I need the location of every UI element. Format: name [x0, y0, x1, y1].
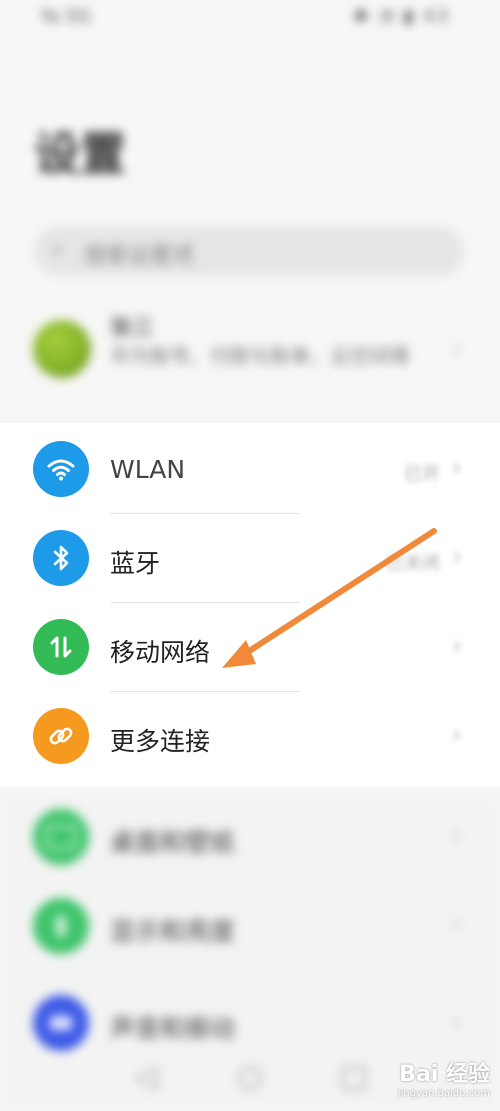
chevron-right-icon: ›: [451, 335, 462, 365]
bluetooth-icon: [33, 530, 89, 586]
search-input[interactable]: ⌕ 搜索设置项: [34, 226, 464, 276]
status-signal: Ya 5G: [40, 6, 91, 27]
settings-item-label: 更多连接: [110, 727, 211, 756]
connectivity-section: WLAN 已开 › 蓝牙 已关闭 › 移动网络 › 更多连接 ›: [0, 423, 500, 787]
image-icon: [33, 809, 89, 865]
chevron-right-icon: ›: [451, 910, 462, 940]
settings-item-label: WLAN: [110, 455, 186, 484]
mobile-data-icon: [33, 619, 89, 675]
chevron-right-icon: ›: [451, 821, 462, 851]
settings-item-label: 蓝牙: [110, 549, 161, 578]
account-row[interactable]: 张三 华为账号、付款与账单、云空间等 ›: [0, 290, 500, 415]
watermark-logo: Bai 经验: [399, 1062, 490, 1087]
watermark: Bai 经验 jingyan.baidu.com: [398, 1056, 490, 1099]
brightness-icon: [33, 898, 89, 954]
chevron-right-icon: ›: [451, 453, 462, 483]
settings-item-value: 已开: [404, 464, 440, 485]
page-title: 设置: [34, 127, 126, 181]
link-icon: [33, 708, 89, 764]
settings-item-label: 桌面和壁纸: [110, 828, 236, 857]
account-description: 华为账号、付款与账单、云空间等: [110, 344, 410, 368]
chevron-right-icon: ›: [451, 631, 462, 661]
settings-item-bluetooth[interactable]: 蓝牙 已关闭 ›: [0, 514, 500, 603]
settings-item-mobile-network[interactable]: 移动网络 ›: [0, 603, 500, 692]
chevron-right-icon: ›: [451, 1007, 462, 1037]
settings-item-display[interactable]: 显示和亮度 ›: [0, 884, 500, 973]
chevron-right-icon: ›: [451, 542, 462, 572]
settings-item-label: 移动网络: [110, 638, 211, 667]
status-bar: Ya 5G ✱ ◔ ▮ 43: [0, 0, 500, 40]
settings-item-value: 已关闭: [386, 553, 440, 574]
home-icon[interactable]: ○: [230, 1059, 270, 1099]
settings-item-label: 显示和亮度: [110, 917, 236, 946]
search-icon: ⌕: [52, 237, 65, 262]
settings-item-label: 声音和振动: [110, 1014, 236, 1043]
sound-icon: [33, 995, 89, 1051]
wifi-icon: [33, 441, 89, 497]
settings-item-wlan[interactable]: WLAN 已开 ›: [0, 425, 500, 514]
chevron-right-icon: ›: [451, 720, 462, 750]
back-icon[interactable]: ◁: [126, 1059, 166, 1099]
watermark-url: jingyan.baidu.com: [397, 1088, 490, 1099]
status-indicators: ✱ ◔ ▮ 43: [353, 6, 450, 27]
settings-item-wallpaper[interactable]: 桌面和壁纸 ›: [0, 795, 500, 884]
recents-icon[interactable]: □: [334, 1059, 374, 1099]
account-name: 张三: [110, 316, 155, 341]
search-placeholder: 搜索设置项: [84, 244, 195, 269]
settings-item-more-connections[interactable]: 更多连接 ›: [0, 692, 500, 781]
avatar: [33, 320, 91, 378]
